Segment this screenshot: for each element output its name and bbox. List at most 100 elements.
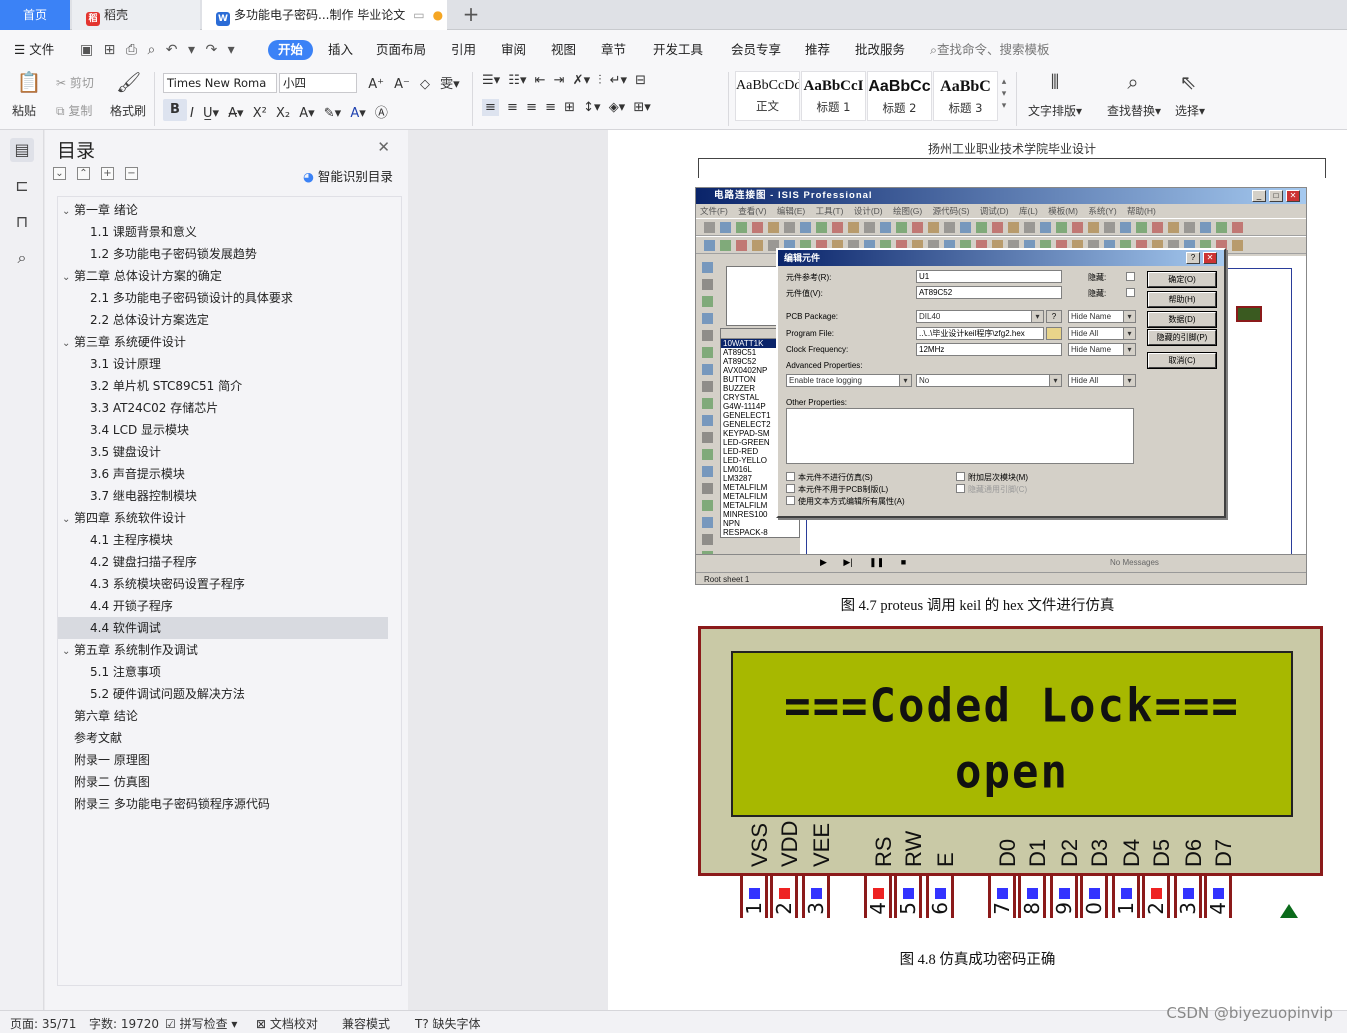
doc-proof[interactable]: ⊠ 文档校对 (256, 1015, 318, 1032)
text-layout-button[interactable]: 文字排版▾ (1028, 102, 1082, 119)
toc-item[interactable]: 3.3 AT24C02 存储芯片 (58, 397, 388, 419)
spell-check[interactable]: ☑ 拼写检查 ▾ (165, 1015, 237, 1032)
find-replace-button[interactable]: 查找替换▾ (1107, 102, 1161, 119)
word-count[interactable]: 字数: 19720 (89, 1015, 159, 1032)
toc-item[interactable]: 4.3 系统模块密码设置子程序 (58, 573, 388, 595)
chevron-down-icon[interactable]: ⌄ (62, 509, 74, 531)
lcd-pin-label: D3 (1087, 838, 1112, 867)
toc-item[interactable]: ⌄ 第二章 总体设计方案的确定 (58, 265, 388, 287)
text-layout-icon[interactable]: ⫴ (1040, 70, 1070, 94)
toc-item[interactable]: 5.1 注意事项 (58, 661, 388, 683)
expand-up-icon[interactable]: ⌃ (77, 167, 90, 180)
menu-start[interactable]: 开始 (268, 40, 314, 60)
toc-item[interactable]: 3.2 单片机 STC89C51 简介 (58, 375, 388, 397)
style-heading-1[interactable]: AaBbCcI 标题 1 (801, 71, 866, 121)
chapter-nav-icon[interactable]: ⊏ (10, 174, 34, 198)
paste-button[interactable]: 粘贴 (12, 102, 36, 119)
menu-dev-tools[interactable]: 开发工具 (653, 40, 703, 60)
toc-item[interactable]: 4.4 软件调试 (58, 617, 388, 639)
menu-review[interactable]: 审阅 (501, 40, 526, 60)
find-replace-icon[interactable]: ⌕ (1118, 70, 1148, 94)
style-heading-2[interactable]: AaBbCc 标题 2 (867, 71, 932, 121)
toc-item[interactable]: 2.2 总体设计方案选定 (58, 309, 388, 331)
tab-document[interactable]: W 多功能电子密码...制作 毕业论文 ▭ ● (202, 0, 447, 30)
style-normal[interactable]: AaBbCcDd 正文 (735, 71, 800, 121)
toc-item[interactable]: 参考文献 (58, 727, 388, 749)
toc-item[interactable]: 4.4 开锁子程序 (58, 595, 388, 617)
bookmark-icon[interactable]: ⊓ (10, 210, 34, 234)
toc-item[interactable]: 1.2 多功能电子密码锁发展趋势 (58, 243, 388, 265)
cursor-icon[interactable]: ⇖ (1176, 70, 1200, 94)
cut-button[interactable]: ✂ 剪切 (56, 74, 94, 91)
menu-references[interactable]: 引用 (451, 40, 476, 60)
toc-item[interactable]: 4.1 主程序模块 (58, 529, 388, 551)
toc-item[interactable]: 2.1 多功能电子密码锁设计的具体要求 (58, 287, 388, 309)
smart-toc-button[interactable]: ◕ 智能识别目录 (303, 166, 393, 185)
toc-item[interactable]: 1.1 课题背景和意义 (58, 221, 388, 243)
toc-item[interactable]: ⌄ 第一章 绪论 (58, 199, 388, 221)
toc-item[interactable]: 附录二 仿真图 (58, 771, 388, 793)
paragraph-tools[interactable]: ☰▾ ☷▾ ⇤ ⇥ ✗▾ ⫶ ↵▾ ⊟ (482, 73, 722, 88)
font-name-select[interactable]: Times New Roma (163, 73, 277, 93)
tab-home[interactable]: 首页 (0, 0, 70, 30)
toc-item[interactable]: 附录一 原理图 (58, 749, 388, 771)
tool-icon (702, 483, 713, 494)
quick-access-icons[interactable]: ▣ ⊞ ⎙ ⌕ ↶ ▾ ↷ ▾ (80, 40, 235, 60)
collapse-all-icon[interactable]: ⌄ (53, 167, 66, 180)
font-adjust-tools[interactable]: A⁺ A⁻ ◇ 雯▾ (364, 73, 464, 92)
monitor-icon[interactable]: ▭ (413, 8, 424, 22)
menu-file[interactable]: ☰ 文件 (14, 40, 54, 60)
search-icon[interactable]: ⌕ (10, 246, 34, 270)
toc-item[interactable]: 3.1 设计原理 (58, 353, 388, 375)
menu-insert[interactable]: 插入 (328, 40, 353, 60)
alignment-tools[interactable]: ≡ ≡ ≡ ≡ ⊞ ↕▾ ◈▾ ⊞▾ (482, 99, 722, 116)
paste-icon[interactable]: 📋 (14, 70, 44, 94)
close-icon[interactable]: ✕ (377, 138, 390, 156)
menu-recommend[interactable]: 推荐 (805, 40, 830, 60)
toc-item[interactable]: 4.2 键盘扫描子程序 (58, 551, 388, 573)
style-heading-3[interactable]: AaBbC 标题 3 (933, 71, 998, 121)
menu-chapter[interactable]: 章节 (601, 40, 626, 60)
tab-bar: 首页 稻稻壳 W 多功能电子密码...制作 毕业论文 ▭ ● + (0, 0, 1347, 30)
toc-item[interactable]: ⌄ 第四章 系统软件设计 (58, 507, 388, 529)
page-counter[interactable]: 页面: 35/71 (10, 1015, 76, 1032)
missing-font[interactable]: T? 缺失字体 (415, 1015, 481, 1032)
menu-page-layout[interactable]: 页面布局 (376, 40, 426, 60)
bold-button[interactable]: B (163, 99, 187, 121)
style-scroll-icon[interactable]: ▴ ▾ ▾ (999, 76, 1009, 112)
copy-button[interactable]: ⧉ 复制 (56, 102, 92, 119)
menu-member[interactable]: 会员专享 (731, 40, 781, 60)
toc-item[interactable]: 第六章 结论 (58, 705, 388, 727)
chevron-down-icon[interactable]: ⌄ (62, 641, 74, 663)
chevron-down-icon[interactable]: ⌄ (62, 333, 74, 355)
toc-item-label: 3.5 键盘设计 (90, 445, 161, 459)
toc-item[interactable]: 附录三 多功能电子密码锁程序源代码 (58, 793, 388, 815)
font-size-select[interactable]: 小四 (279, 73, 357, 93)
chevron-down-icon[interactable]: ⌄ (62, 201, 74, 223)
select-button[interactable]: 选择▾ (1175, 102, 1205, 119)
add-item-icon[interactable]: + (101, 167, 114, 180)
format-painter-button[interactable]: 格式刷 (110, 102, 146, 119)
remove-item-icon[interactable]: − (125, 167, 138, 180)
toc-item[interactable]: 3.6 声音提示模块 (58, 463, 388, 485)
command-search[interactable]: ⌕查找命令、搜索模板 (930, 40, 1050, 60)
lcd-pin-label: RW (901, 830, 926, 867)
chevron-down-icon[interactable]: ⌄ (62, 267, 74, 289)
toc-item[interactable]: 3.5 键盘设计 (58, 441, 388, 463)
toc-panel-icon[interactable]: ▤ (10, 138, 34, 162)
font-format-tools[interactable]: I U̲▾ A̶▾ X² X₂ A▾ ✎▾ A▾ Ⓐ (190, 102, 470, 121)
menu-view[interactable]: 视图 (551, 40, 576, 60)
toc-item[interactable]: 5.2 硬件调试问题及解决方法 (58, 683, 388, 705)
toc-item[interactable]: ⌄ 第五章 系统制作及调试 (58, 639, 388, 661)
maximize-icon: □ (1269, 190, 1283, 202)
format-painter-icon[interactable]: 🖌 (116, 70, 141, 94)
style-preview: AaBbCcI (803, 78, 864, 94)
document-page[interactable]: 扬州工业职业技术学院毕业设计 电路连接图 - ISIS Professional… (608, 130, 1347, 1010)
toc-item[interactable]: 3.7 继电器控制模块 (58, 485, 388, 507)
tab-daoke[interactable]: 稻稻壳 (72, 0, 200, 30)
menu-correction[interactable]: 批改服务 (855, 40, 905, 60)
new-tab-button[interactable]: + (460, 0, 482, 30)
toc-item[interactable]: ⌄ 第三章 系统硬件设计 (58, 331, 388, 353)
toc-item[interactable]: 3.4 LCD 显示模块 (58, 419, 388, 441)
pin-number: 4 (1206, 902, 1230, 915)
